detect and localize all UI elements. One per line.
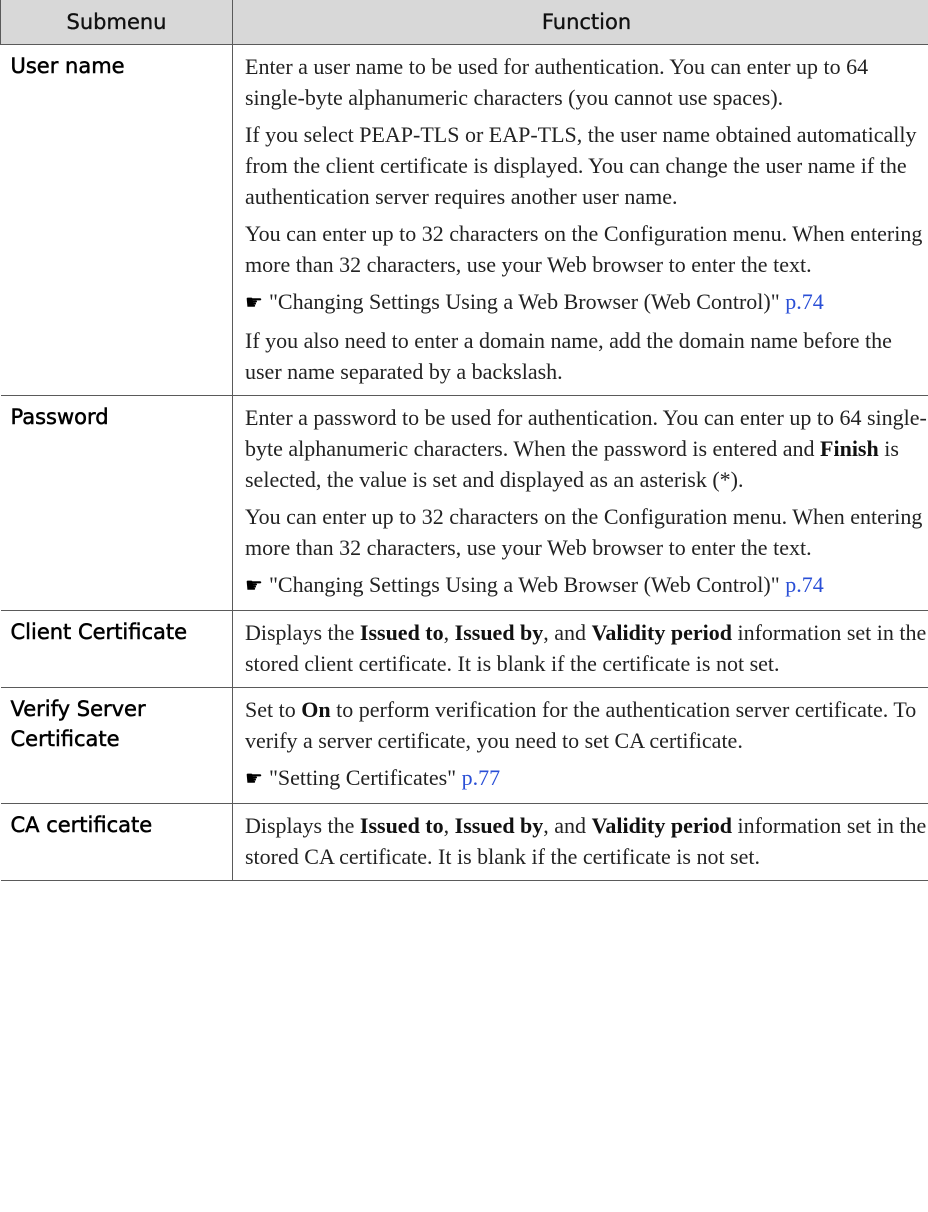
function-cell: Set to On to perform verification for th… xyxy=(232,687,928,804)
text-segment: You can enter up to 32 characters on the… xyxy=(245,504,923,560)
bold-term: Issued by xyxy=(454,813,544,838)
description-paragraph: If you select PEAP-TLS or EAP-TLS, the u… xyxy=(245,119,928,212)
pointing-hand-icon: ☛ xyxy=(245,292,263,314)
table-row: Password Enter a password to be used for … xyxy=(0,395,928,611)
text-segment: If you also need to enter a domain name,… xyxy=(245,328,892,384)
bold-term: Finish xyxy=(820,436,879,461)
bold-term: Issued to xyxy=(359,813,444,838)
text-segment: , xyxy=(443,620,455,645)
description-paragraph: ☛ "Changing Settings Using a Web Browser … xyxy=(245,569,928,602)
function-cell: Enter a user name to be used for authent… xyxy=(232,44,928,396)
text-segment: , and xyxy=(543,813,592,838)
text-segment: "Setting Certificates" xyxy=(268,765,462,790)
description-paragraph: If you also need to enter a domain name,… xyxy=(245,325,928,387)
function-cell: Displays the Issued to, Issued by, and V… xyxy=(232,803,928,881)
text-segment: to perform verification for the authenti… xyxy=(245,697,917,753)
bold-term: Validity period xyxy=(591,813,732,838)
text-segment: Displays the xyxy=(245,813,360,838)
description-paragraph: Set to On to perform verification for th… xyxy=(245,694,928,756)
bold-term: Validity period xyxy=(591,620,732,645)
text-segment: , and xyxy=(543,620,592,645)
table-row: Verify Server Certificate Set to On to pe… xyxy=(0,687,928,804)
bold-term: Issued by xyxy=(454,620,544,645)
text-segment: Displays the xyxy=(245,620,360,645)
description-paragraph: ☛ "Setting Certificates" p.77 xyxy=(245,762,928,795)
table-header: Submenu Function xyxy=(0,0,928,45)
page-reference-link[interactable]: p.74 xyxy=(785,572,824,597)
description-paragraph: Enter a user name to be used for authent… xyxy=(245,51,928,113)
header-row: Submenu Function xyxy=(0,0,928,45)
description-paragraph: Displays the Issued to, Issued by, and V… xyxy=(245,617,928,679)
text-segment: If you select PEAP-TLS or EAP-TLS, the u… xyxy=(245,122,917,209)
page-reference-link[interactable]: p.74 xyxy=(785,289,824,314)
description-paragraph: Displays the Issued to, Issued by, and V… xyxy=(245,810,928,872)
submenu-cell: Client Certificate xyxy=(0,610,233,688)
page-reference-link[interactable]: p.77 xyxy=(462,765,501,790)
function-cell: Enter a password to be used for authenti… xyxy=(232,395,928,611)
text-segment: "Changing Settings Using a Web Browser (… xyxy=(268,572,786,597)
description-paragraph: ☛ "Changing Settings Using a Web Browser … xyxy=(245,286,928,319)
text-segment: , xyxy=(443,813,455,838)
submenu-column-header: Submenu xyxy=(0,0,233,45)
settings-table: Submenu Function User name Enter a user n… xyxy=(0,0,928,881)
function-column-header: Function xyxy=(232,0,928,45)
submenu-cell: Password xyxy=(0,395,233,611)
bold-term: On xyxy=(301,697,331,722)
text-segment: You can enter up to 32 characters on the… xyxy=(245,221,923,277)
text-segment: "Changing Settings Using a Web Browser (… xyxy=(268,289,786,314)
text-segment: Set to xyxy=(245,697,302,722)
submenu-cell: User name xyxy=(0,44,233,396)
submenu-cell: Verify Server Certificate xyxy=(0,687,233,804)
text-segment: Enter a user name to be used for authent… xyxy=(245,54,869,110)
description-paragraph: You can enter up to 32 characters on the… xyxy=(245,501,928,563)
table-row: Client Certificate Displays the Issued to… xyxy=(0,610,928,688)
pointing-hand-icon: ☛ xyxy=(245,575,263,597)
function-cell: Displays the Issued to, Issued by, and V… xyxy=(232,610,928,688)
bold-term: Issued to xyxy=(359,620,444,645)
table-body: User name Enter a user name to be used fo… xyxy=(0,44,928,881)
table-row: User name Enter a user name to be used fo… xyxy=(0,44,928,396)
submenu-cell: CA certificate xyxy=(0,803,233,881)
description-paragraph: Enter a password to be used for authenti… xyxy=(245,402,928,495)
table-row: CA certificate Displays the Issued to, Is… xyxy=(0,803,928,881)
pointing-hand-icon: ☛ xyxy=(245,768,263,790)
description-paragraph: You can enter up to 32 characters on the… xyxy=(245,218,928,280)
